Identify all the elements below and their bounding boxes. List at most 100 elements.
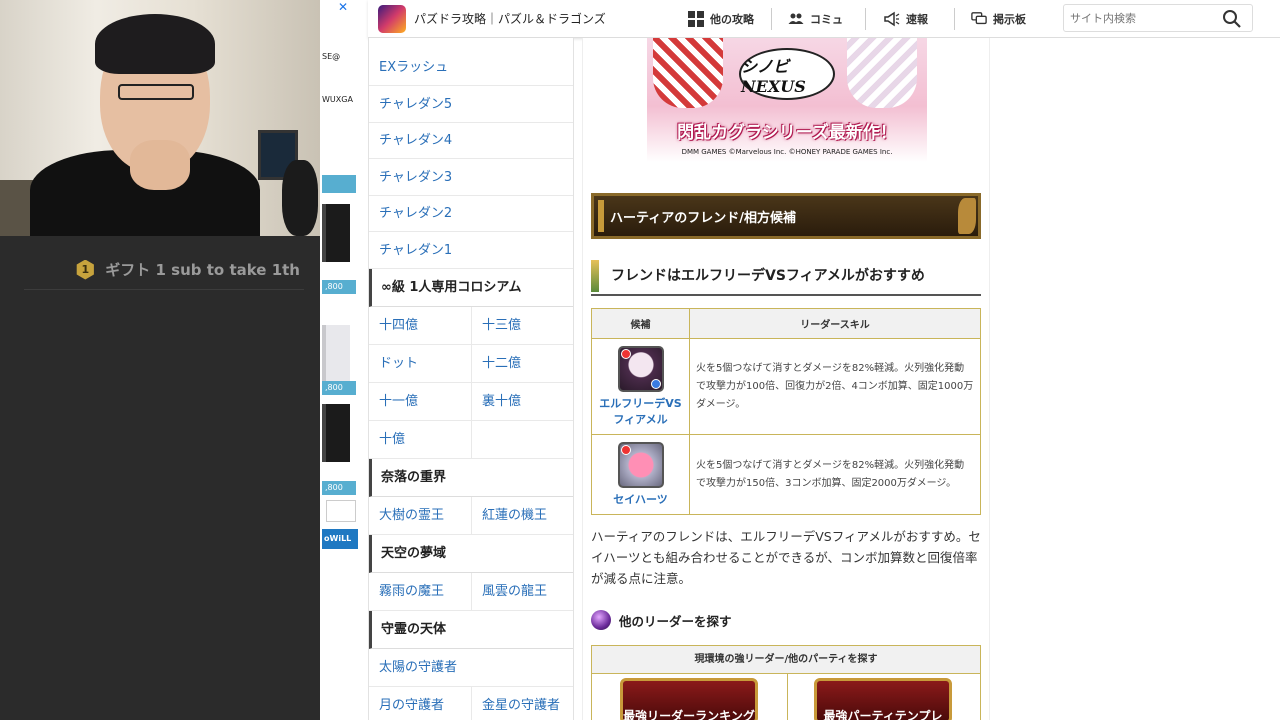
party-template-button[interactable]: 最強パーティテンプレ xyxy=(814,678,952,720)
search-input[interactable] xyxy=(1070,5,1220,31)
ad-logo: oWiLL xyxy=(322,529,358,549)
ad-close-icon[interactable]: ✕ xyxy=(338,0,348,14)
sidebar-link[interactable]: 金星の守護者 xyxy=(471,687,573,720)
search-icon[interactable] xyxy=(1222,9,1242,29)
sidebar-link[interactable]: チャレダン5 xyxy=(369,87,573,123)
sidebar-link[interactable]: 十三億 xyxy=(471,307,573,345)
sidebar-link[interactable]: 十一億 xyxy=(369,383,471,421)
sidebar-link[interactable]: ドット xyxy=(369,345,471,383)
nav-board[interactable]: 掲示板 xyxy=(971,0,1026,38)
gift-notification: 1 ギフト 1 sub to take 1th xyxy=(24,250,304,290)
webcam-person-hair xyxy=(95,14,215,74)
ad-pc-image xyxy=(322,404,350,462)
water-attribute-icon xyxy=(650,378,661,389)
screen: 1 ギフト 1 sub to take 1th ✕ SE@ WUXGA ,800… xyxy=(0,0,1280,720)
leader-heading: 他のリーダーを探す xyxy=(591,608,981,632)
nav-news[interactable]: 速報 xyxy=(884,0,928,38)
promo-banner[interactable]: シノビ NEXUS 閃乱カグラシリーズ最新作！ DMM GAMES ©Marve… xyxy=(647,38,927,162)
sidebar-empty-cell xyxy=(471,421,573,459)
section-heading-text: ハーティアのフレンド/相方候補 xyxy=(610,210,796,226)
sidebar-link[interactable]: チャレダン2 xyxy=(369,196,573,232)
sidebar-link[interactable]: 霧雨の魔王 xyxy=(369,573,471,611)
site-title[interactable]: パズドラ攻略｜パズル＆ドラゴンズ xyxy=(414,10,606,27)
banner-logo: シノビ NEXUS xyxy=(739,48,835,100)
chat-icon xyxy=(971,12,987,25)
nav-separator xyxy=(954,8,955,30)
users-icon xyxy=(788,13,804,24)
fire-attribute-icon xyxy=(620,444,631,455)
monster-icon[interactable] xyxy=(617,441,664,488)
gift-text: ギフト 1 sub to take 1th xyxy=(105,261,300,279)
environment-table: 現環境の強リーダー/他のパーティを探す 最強リーダーランキング 最強パーティテン… xyxy=(591,645,981,720)
section-heading: ハーティアのフレンド/相方候補 xyxy=(591,193,981,239)
nav-label: 速報 xyxy=(906,13,928,26)
banner-character xyxy=(653,38,723,108)
banner-character xyxy=(847,38,917,108)
body-paragraph: ハーティアのフレンドは、エルフリーデVSフィアメルがおすすめ。セイハーツとも組み… xyxy=(591,529,981,586)
sidebar-heading-shurei: 守霊の天体 xyxy=(369,611,573,649)
sidebar-link[interactable]: 風雲の龍王 xyxy=(471,573,573,611)
monster-cell[interactable]: エルフリーデVS フィアメル xyxy=(591,338,690,435)
ad-strip[interactable]: ✕ SE@ WUXGA ,800 ,800 ,800 oWiLL xyxy=(320,0,358,720)
sidebar-link[interactable]: チャレダン3 xyxy=(369,160,573,196)
nav-community[interactable]: コミュ xyxy=(788,0,843,38)
ad-price: ,800 xyxy=(322,280,356,294)
sidebar-link[interactable]: チャレダン4 xyxy=(369,123,573,159)
sidebar-link[interactable]: 月の守護者 xyxy=(369,687,471,720)
sub-heading: フレンドはエルフリーデVSフィアメルがおすすめ xyxy=(591,256,981,296)
table-divider xyxy=(787,674,788,720)
megaphone-icon xyxy=(884,11,900,27)
sidebar-link[interactable]: 裏十億 xyxy=(471,383,573,421)
sidebar-nav: EXラッシュ チャレダン5 チャレダン4 チャレダン3 チャレダン2 チャレダン… xyxy=(368,38,574,720)
site-logo-icon[interactable] xyxy=(378,4,406,33)
stream-overlay: 1 ギフト 1 sub to take 1th xyxy=(0,0,320,720)
sidebar-link[interactable]: 十二億 xyxy=(471,345,573,383)
sidebar-link[interactable]: 十四億 xyxy=(369,307,471,345)
table-row: エルフリーデVS フィアメル 火を5個つなげて消すとダメージを82%軽減。火列強… xyxy=(591,338,981,435)
sidebar-link[interactable]: チャレダン1 xyxy=(369,233,573,269)
site-header: パズドラ攻略｜パズル＆ドラゴンズ 他の攻略 コミュ 速報 掲示板 xyxy=(368,0,1280,38)
page-margin xyxy=(990,38,1280,720)
table-header: 候補 xyxy=(591,308,690,339)
monster-name-link[interactable]: セイハーツ xyxy=(594,492,687,508)
sidebar-heading-colosseum: ∞級 1人専用コロシアム xyxy=(369,269,573,307)
leader-skill-text: 火を5個つなげて消すとダメージを82%軽減。火列強化発動で攻撃力が100倍、回復… xyxy=(689,338,981,435)
table-header: リーダースキル xyxy=(689,308,981,339)
banner-title: 閃乱カグラシリーズ最新作！ xyxy=(677,123,897,143)
leader-heading-text: 他のリーダーを探す xyxy=(619,613,732,629)
ad-box xyxy=(326,500,356,522)
environment-table-header: 現環境の強リーダー/他のパーティを探す xyxy=(592,646,980,674)
sidebar-link[interactable]: 大樹の霊王 xyxy=(369,497,471,535)
sub-heading-text: フレンドはエルフリーデVSフィアメルがおすすめ xyxy=(611,268,925,284)
sidebar-link[interactable]: EXラッシュ xyxy=(369,50,573,86)
search-box[interactable] xyxy=(1063,4,1253,32)
article: シノビ NEXUS 閃乱カグラシリーズ最新作！ DMM GAMES ©Marve… xyxy=(582,38,990,720)
table-row: セイハーツ 火を5個つなげて消すとダメージを82%軽減。火列強化発動で攻撃力が1… xyxy=(591,434,981,515)
monster-cell[interactable]: セイハーツ xyxy=(591,434,690,515)
table-header-row: 候補 リーダースキル xyxy=(591,308,981,339)
sidebar-heading-tenku: 天空の夢域 xyxy=(369,535,573,573)
orb-icon xyxy=(591,610,611,630)
nav-label: 掲示板 xyxy=(993,13,1026,26)
friend-candidates-table: 候補 リーダースキル エルフリーデVS フィアメル 火を5個つなげて消すとダメー… xyxy=(591,308,981,515)
sidebar-link[interactable]: 十億 xyxy=(369,421,471,459)
ad-price: ,800 xyxy=(322,381,356,395)
webcam-feed xyxy=(0,0,320,236)
leader-ranking-button[interactable]: 最強リーダーランキング xyxy=(620,678,758,720)
gift-badge-icon: 1 xyxy=(76,259,94,280)
ad-pc-image xyxy=(322,325,350,383)
monster-icon[interactable] xyxy=(617,345,664,392)
banner-credit: DMM GAMES ©Marvelous Inc. ©HONEY PARADE … xyxy=(681,148,893,156)
sidebar-link[interactable]: 紅蓮の機王 xyxy=(471,497,573,535)
sidebar-link[interactable]: 太陽の守護者 xyxy=(369,649,573,687)
sidebar-heading-naraku: 奈落の重界 xyxy=(369,459,573,497)
webcam-glasses xyxy=(118,84,194,100)
monster-name-link[interactable]: エルフリーデVS フィアメル xyxy=(594,396,687,428)
ad-pc-image xyxy=(322,204,350,262)
leader-skill-text: 火を5個つなげて消すとダメージを82%軽減。火列強化発動で攻撃力が150倍、3コ… xyxy=(689,434,981,515)
nav-other-guides[interactable]: 他の攻略 xyxy=(688,0,754,38)
ad-text: SE@ xyxy=(322,52,341,61)
grid-icon xyxy=(688,11,704,27)
ad-text: WUXGA xyxy=(322,95,353,104)
webcam-person-hand xyxy=(130,140,190,190)
